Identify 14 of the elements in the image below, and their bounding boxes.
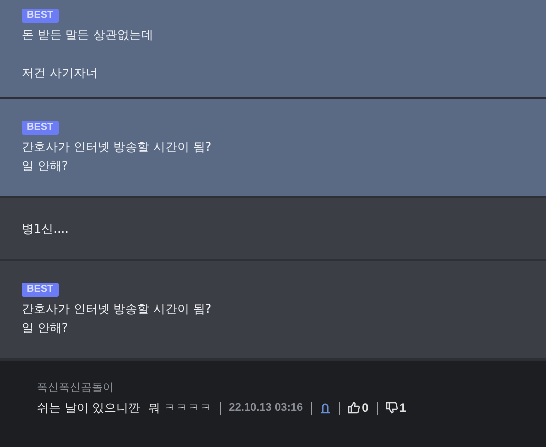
comment-text: 돈 받든 말든 상관없는데 저건 사기자너 xyxy=(22,27,154,82)
dislike-button[interactable]: 1 xyxy=(386,399,406,417)
best-badge: BEST xyxy=(22,9,59,23)
best-badge: BEST xyxy=(22,283,59,297)
comment-text: 간호사가 인터넷 방송할 시간이 됨? 일 안해? xyxy=(22,301,212,337)
comment-text: 병1신.... xyxy=(22,221,69,238)
comment-text: 간호사가 인터넷 방송할 시간이 됨? 일 안해? xyxy=(22,139,212,175)
comment-author: 폭신폭신곰돌이 xyxy=(37,381,115,395)
comment-date: 22.10.13 03:16 xyxy=(229,401,304,416)
thumbs-down-icon xyxy=(386,402,398,414)
comment-text: 쉬는 날이 있으니깐 뭐 ㅋㅋㅋㅋ xyxy=(37,400,212,417)
like-button[interactable]: 0 xyxy=(348,399,369,417)
thumbs-up-icon xyxy=(348,402,360,414)
best-badge: BEST xyxy=(22,121,59,135)
